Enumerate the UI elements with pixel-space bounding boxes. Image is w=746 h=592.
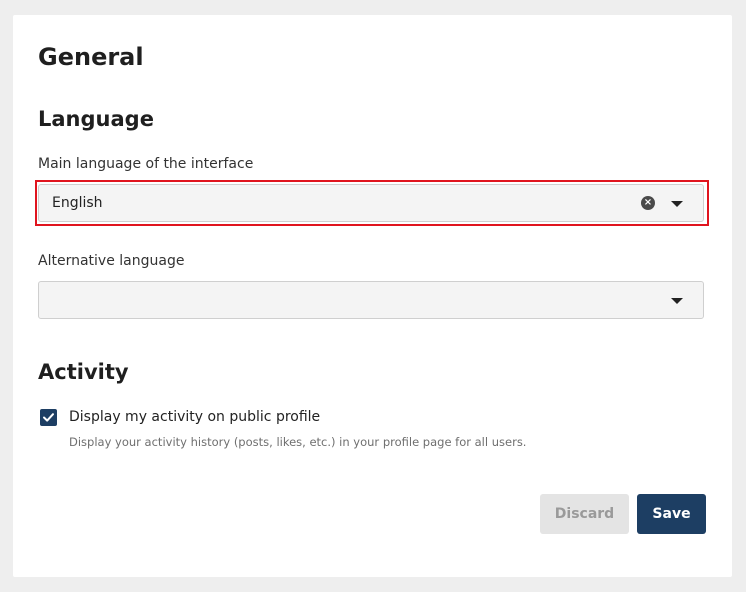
clear-icon[interactable]: ×: [641, 196, 655, 210]
public-activity-label[interactable]: Display my activity on public profile: [69, 409, 320, 425]
public-activity-help: Display your activity history (posts, li…: [69, 435, 527, 449]
public-activity-checkbox[interactable]: [40, 409, 57, 426]
page-title: General: [38, 43, 144, 71]
chevron-down-icon[interactable]: [671, 201, 683, 207]
alternative-language-label: Alternative language: [38, 253, 185, 269]
chevron-down-icon[interactable]: [671, 298, 683, 304]
checkmark-icon: [43, 413, 54, 422]
main-language-value: English: [52, 195, 103, 211]
activity-section-heading: Activity: [38, 360, 129, 384]
main-language-label: Main language of the interface: [38, 156, 254, 172]
main-language-select[interactable]: English ×: [38, 184, 704, 222]
discard-button[interactable]: Discard: [540, 494, 629, 534]
settings-card: General Language Main language of the in…: [13, 15, 732, 577]
save-button[interactable]: Save: [637, 494, 706, 534]
alternative-language-select[interactable]: [38, 281, 704, 319]
language-section-heading: Language: [38, 107, 154, 131]
